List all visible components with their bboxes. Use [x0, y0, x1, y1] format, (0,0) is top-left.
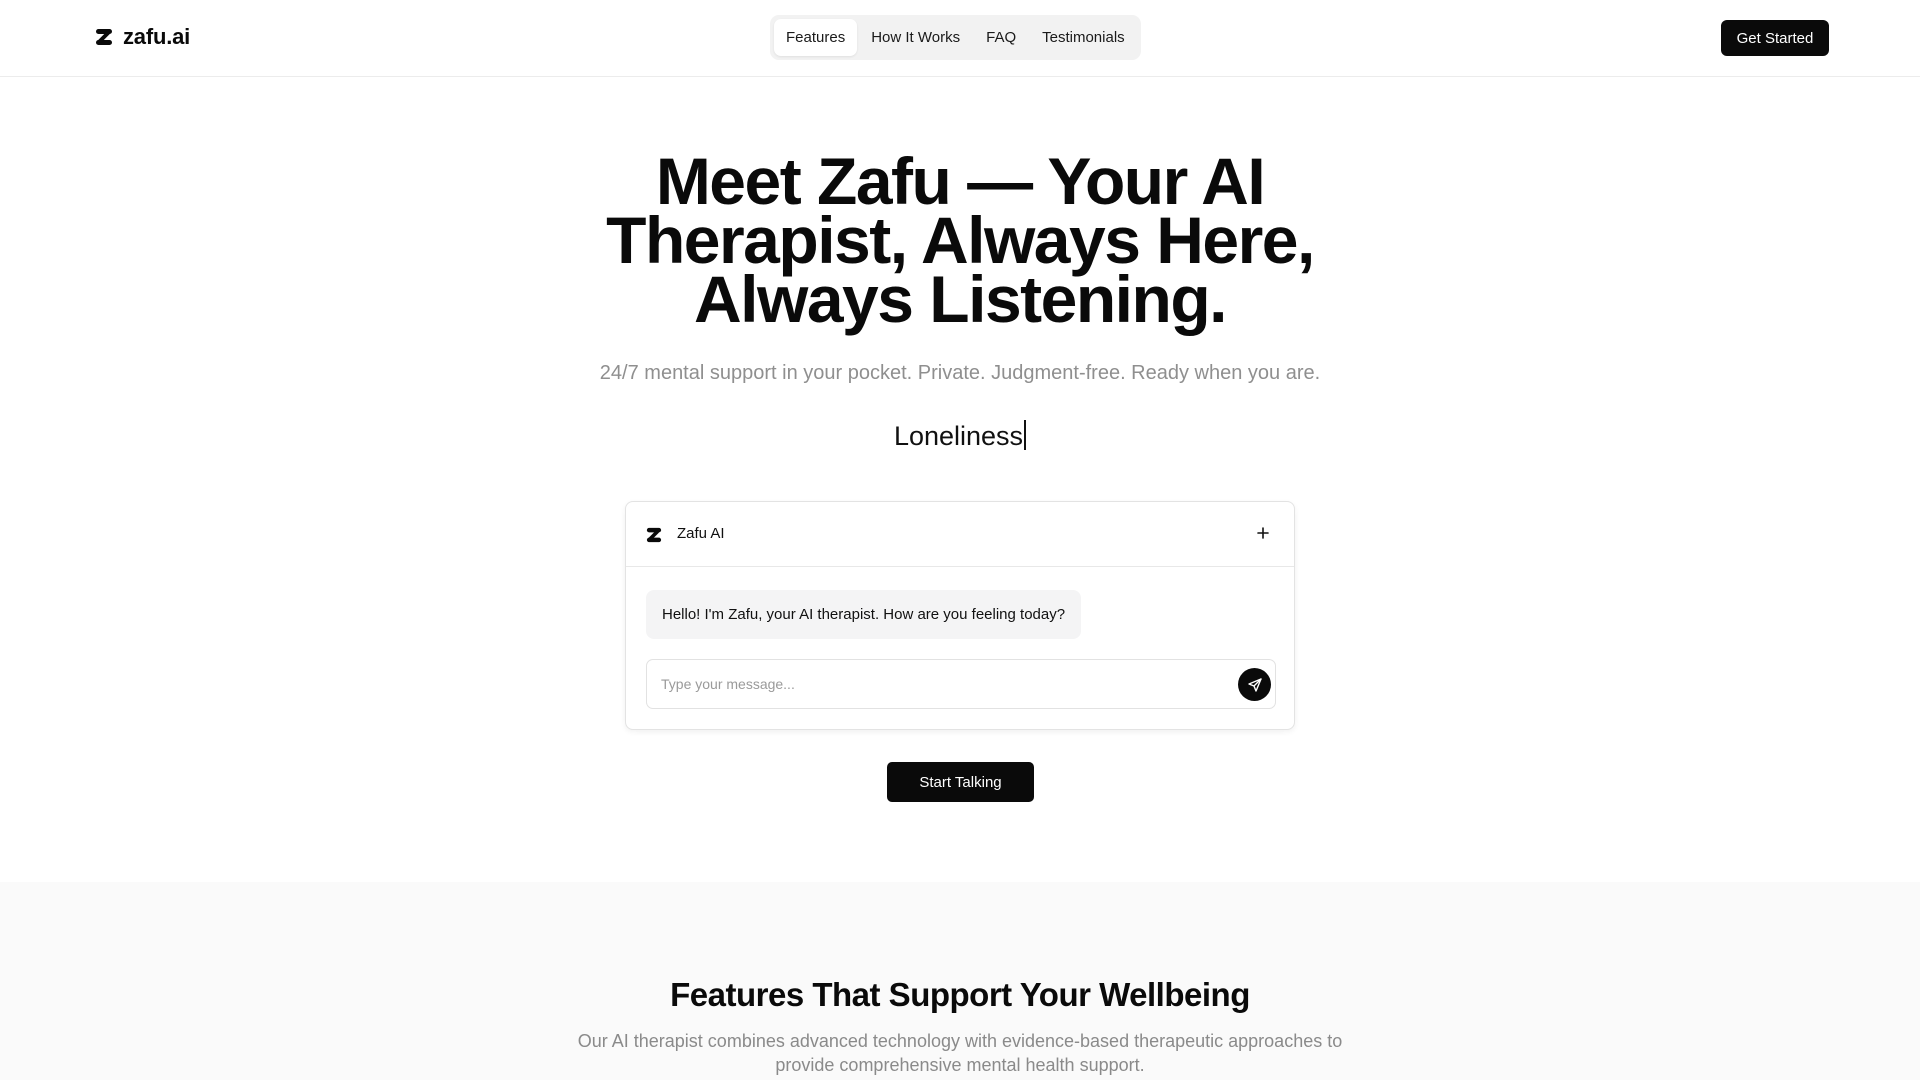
- text-cursor: [1024, 420, 1027, 450]
- brand[interactable]: zafu.ai: [95, 24, 190, 50]
- hero-subtitle: 24/7 mental support in your pocket. Priv…: [599, 362, 1321, 384]
- zafu-logo-icon: [96, 29, 112, 45]
- features-title: Features That Support Your Wellbeing: [670, 976, 1250, 1013]
- nav-item-faq[interactable]: FAQ: [974, 19, 1028, 56]
- nav-item-features[interactable]: Features: [774, 19, 858, 56]
- typing-text: Loneliness: [660, 420, 1260, 452]
- chat-header: Zafu AI: [626, 502, 1294, 567]
- zafu-logo-icon: [646, 527, 662, 543]
- assistant-message: Hello! I'm Zafu, your AI therapist. How …: [646, 590, 1082, 639]
- hero-title-line-3: Always Listening.: [694, 262, 1227, 336]
- get-started-button[interactable]: Get Started: [1721, 20, 1829, 56]
- plus-icon[interactable]: [1252, 522, 1274, 544]
- send-icon: [1247, 677, 1262, 692]
- features-subtitle-line-1: Our AI therapist combines advanced techn…: [577, 1031, 1343, 1051]
- features-section: Features That Support Your Wellbeing Our…: [0, 882, 1920, 1080]
- features-subtitle-line-2: provide comprehensive mental health supp…: [775, 1055, 1145, 1075]
- main-nav: Features How It Works FAQ Testimonials: [770, 15, 1141, 60]
- brand-name: zafu.ai: [123, 24, 191, 49]
- send-button[interactable]: [1238, 668, 1271, 701]
- features-subtitle: Our AI therapist combines advanced techn…: [560, 1029, 1360, 1077]
- nav-item-testimonials[interactable]: Testimonials: [1030, 19, 1137, 56]
- hero-title: Meet Zafu — Your AI Therapist, Always He…: [560, 148, 1360, 332]
- message-input-box: [646, 659, 1276, 709]
- site-header: zafu.ai Features How It Works FAQ Testim…: [0, 0, 1920, 77]
- typing-word: Loneliness: [893, 421, 1024, 451]
- chat-title: Zafu AI: [677, 525, 725, 542]
- start-talking-button[interactable]: Start Talking: [887, 762, 1034, 802]
- message-input[interactable]: [661, 660, 1221, 708]
- nav-item-how-it-works[interactable]: How It Works: [859, 19, 972, 56]
- chat-preview-card: Zafu AI Hello! I'm Zafu, your AI therapi…: [625, 501, 1295, 730]
